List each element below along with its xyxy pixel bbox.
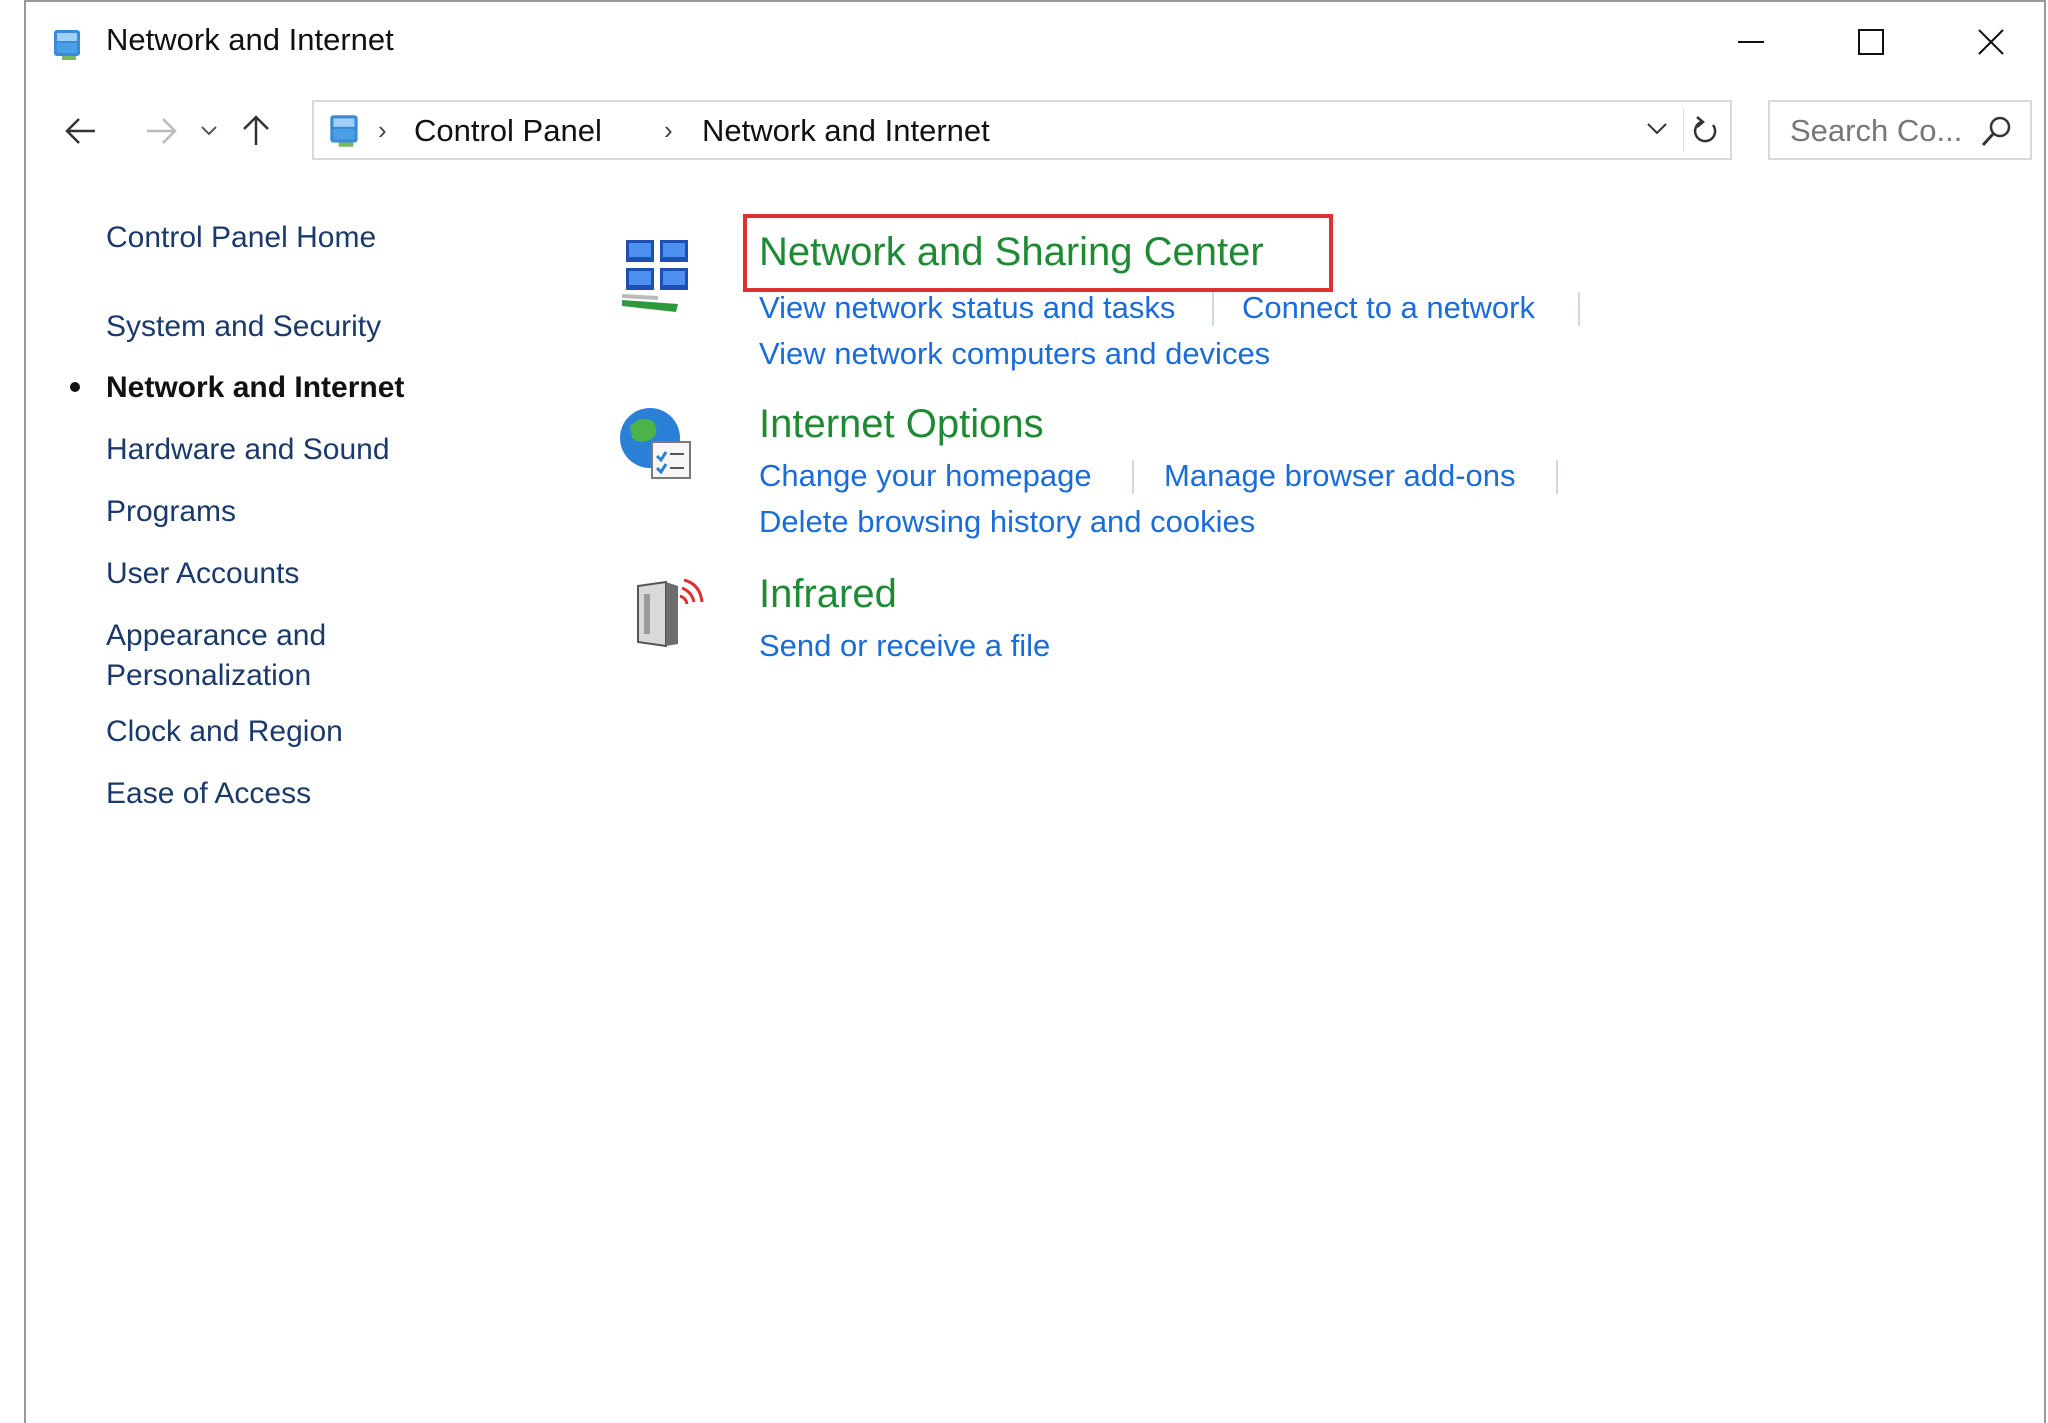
breadcrumb-network-and-internet[interactable]: Network and Internet [702,113,990,149]
sidebar-item-user-accounts[interactable]: User Accounts [106,554,299,594]
internet-options-icon [620,408,691,479]
link-separator [1578,292,1580,326]
connect-to-network-link[interactable]: Connect to a network [1242,290,1535,326]
arrow-up-icon [243,115,269,145]
close-button[interactable] [1931,2,2048,82]
chevron-down-icon [1647,123,1667,135]
internet-options-link[interactable]: Internet Options [759,402,1044,447]
view-network-status-link[interactable]: View network status and tasks [759,290,1175,326]
network-and-sharing-center-link[interactable]: Network and Sharing Center [759,230,1264,275]
close-icon [1978,29,2004,55]
network-folder-icon [330,115,358,147]
address-bar[interactable]: › Control Panel › Network and Internet [312,100,1732,160]
sidebar-item-system-and-security[interactable]: System and Security [106,307,381,347]
arrow-right-icon [147,118,177,144]
send-or-receive-file-link[interactable]: Send or receive a file [759,628,1050,664]
search-input[interactable]: Search Co... [1768,100,2032,160]
control-panel-window: Network and Internet › Control Panel › N… [24,0,2046,1423]
active-indicator [70,382,80,392]
window-title: Network and Internet [106,22,394,57]
chevron-down-icon [201,126,217,136]
sidebar-item-network-and-internet[interactable]: Network and Internet [106,368,404,408]
sidebar-item-programs[interactable]: Programs [106,492,236,532]
sidebar-item-clock-and-region[interactable]: Clock and Region [106,712,343,752]
maximize-icon [1858,29,1884,55]
sidebar-item-hardware-and-sound[interactable]: Hardware and Sound [106,430,390,470]
minimize-icon [1738,41,1764,43]
back-button[interactable] [56,106,106,156]
breadcrumb-separator[interactable]: › [664,115,673,146]
minimize-button[interactable] [1691,2,1811,82]
change-homepage-link[interactable]: Change your homepage [759,458,1092,494]
sidebar-item-ease-of-access[interactable]: Ease of Access [106,774,311,814]
forward-button[interactable] [136,106,186,156]
arrow-left-icon [65,118,95,144]
breadcrumb-control-panel[interactable]: Control Panel [414,113,602,149]
sidebar-item-appearance-and-personalization[interactable]: Appearance and Personalization [106,616,326,696]
view-network-computers-link[interactable]: View network computers and devices [759,336,1270,372]
network-folder-icon [54,30,80,60]
sidebar-item-label: Appearance and [106,619,327,652]
up-button[interactable] [231,106,281,156]
infrared-link[interactable]: Infrared [759,572,897,617]
sidebar-item-control-panel-home[interactable]: Control Panel Home [106,218,376,258]
address-history-button[interactable] [1642,114,1672,144]
link-separator [1132,460,1134,494]
search-icon [1981,116,2011,147]
recent-locations-button[interactable] [194,106,224,156]
address-divider [1683,108,1684,152]
sidebar-item-label-line2: Personalization [106,659,312,692]
refresh-button[interactable] [1688,112,1722,148]
link-separator [1212,292,1214,326]
breadcrumb-separator[interactable]: › [378,115,387,146]
manage-browser-addons-link[interactable]: Manage browser add-ons [1164,458,1516,494]
infrared-icon [637,578,704,648]
refresh-icon [1693,116,1717,143]
delete-browsing-history-link[interactable]: Delete browsing history and cookies [759,504,1255,540]
maximize-button[interactable] [1811,2,1931,82]
network-sharing-icon [622,240,688,312]
title-bar: Network and Internet [26,2,2044,82]
link-separator [1556,460,1558,494]
search-placeholder: Search Co... [1790,113,1963,148]
